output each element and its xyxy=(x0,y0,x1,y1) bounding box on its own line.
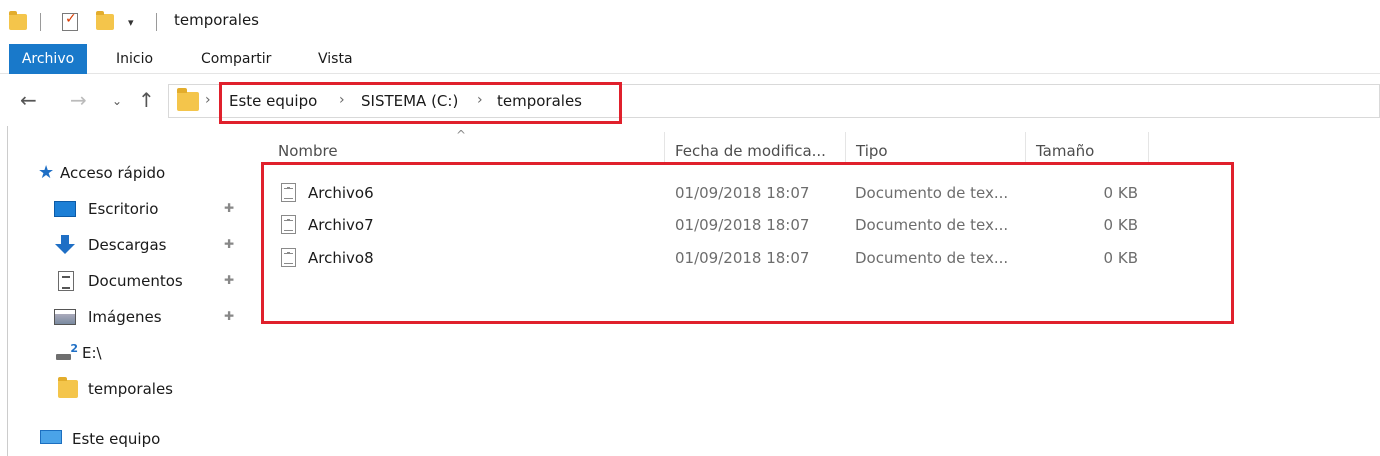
sidebar-item-acceso-rapido[interactable]: ★ Acceso rápido xyxy=(38,158,165,188)
folder-icon xyxy=(58,377,78,398)
sidebar-item-drive-e[interactable]: E:\ xyxy=(56,338,102,368)
sidebar-item-label: Este equipo xyxy=(72,430,161,448)
files-highlight-box xyxy=(261,162,1234,324)
pictures-icon xyxy=(54,309,76,325)
address-highlight-box xyxy=(219,82,622,124)
tab-inicio[interactable]: Inicio xyxy=(116,44,153,74)
sort-ascending-icon: ^ xyxy=(456,128,467,142)
sidebar-item-label: Descargas xyxy=(88,236,167,254)
up-arrow-icon[interactable]: ↑ xyxy=(138,88,155,112)
customize-toolbar-icon[interactable]: ▾ xyxy=(128,10,134,34)
pin-icon[interactable]: ✚ xyxy=(224,273,234,287)
sidebar-item-label: Escritorio xyxy=(88,200,159,218)
pin-icon[interactable]: ✚ xyxy=(224,309,234,323)
properties-icon[interactable] xyxy=(62,10,78,34)
address-folder-icon xyxy=(177,88,199,111)
sidebar-item-descargas[interactable]: Descargas ✚ xyxy=(54,230,254,260)
sidebar-item-escritorio[interactable]: Escritorio ✚ xyxy=(54,194,254,224)
sidebar-item-label: Imágenes xyxy=(88,308,162,326)
column-header-fecha[interactable]: Fecha de modifica... xyxy=(675,138,826,164)
title-bar: ▾ temporales xyxy=(0,0,1380,42)
this-pc-icon xyxy=(40,430,62,444)
sidebar-item-este-equipo[interactable]: Este equipo xyxy=(40,424,160,456)
sidebar-item-temporales[interactable]: temporales xyxy=(58,374,173,404)
back-arrow-icon[interactable]: ← xyxy=(20,88,37,112)
pin-icon[interactable]: ✚ xyxy=(224,237,234,251)
tab-archivo[interactable]: Archivo xyxy=(9,44,87,74)
sidebar-item-label: Documentos xyxy=(88,272,183,290)
column-divider[interactable] xyxy=(1025,132,1026,162)
quick-access-folder-icon[interactable] xyxy=(9,10,27,34)
column-divider[interactable] xyxy=(845,132,846,162)
sidebar-item-label: E:\ xyxy=(82,344,102,362)
downloads-icon xyxy=(54,234,76,256)
sidebar-item-label: temporales xyxy=(88,380,173,398)
navigation-pane: ★ Acceso rápido Escritorio ✚ Descargas ✚… xyxy=(0,126,248,456)
column-header-nombre[interactable]: Nombre xyxy=(278,138,338,164)
forward-arrow-icon[interactable]: → xyxy=(70,88,87,112)
window-title: temporales xyxy=(174,11,259,29)
tab-vista[interactable]: Vista xyxy=(318,44,353,74)
ribbon-tabs: Archivo Inicio Compartir Vista xyxy=(0,44,1380,74)
recent-locations-chevron-icon[interactable]: ⌄ xyxy=(112,94,122,108)
quick-access-star-icon: ★ xyxy=(38,162,55,183)
column-divider[interactable] xyxy=(1148,132,1149,162)
tab-compartir[interactable]: Compartir xyxy=(201,44,271,74)
title-separator xyxy=(156,10,157,34)
navigation-bar: ← → ⌄ ↑ › Este equipo › SISTEMA (C:) › t… xyxy=(0,76,1380,126)
column-divider[interactable] xyxy=(664,132,665,162)
documents-icon xyxy=(58,271,74,291)
sidebar-item-imagenes[interactable]: Imágenes ✚ xyxy=(54,302,254,332)
sidebar-item-documentos[interactable]: Documentos ✚ xyxy=(58,266,254,296)
new-folder-icon[interactable] xyxy=(96,10,114,34)
column-header-tamano[interactable]: Tamaño xyxy=(1036,138,1094,164)
column-header-tipo[interactable]: Tipo xyxy=(856,138,888,164)
breadcrumb-separator-icon[interactable]: › xyxy=(205,92,211,108)
desktop-icon xyxy=(54,201,76,217)
pin-icon[interactable]: ✚ xyxy=(224,201,234,215)
quick-access-separator xyxy=(40,10,41,34)
sidebar-item-label: Acceso rápido xyxy=(60,164,166,182)
drive-icon xyxy=(56,342,78,360)
